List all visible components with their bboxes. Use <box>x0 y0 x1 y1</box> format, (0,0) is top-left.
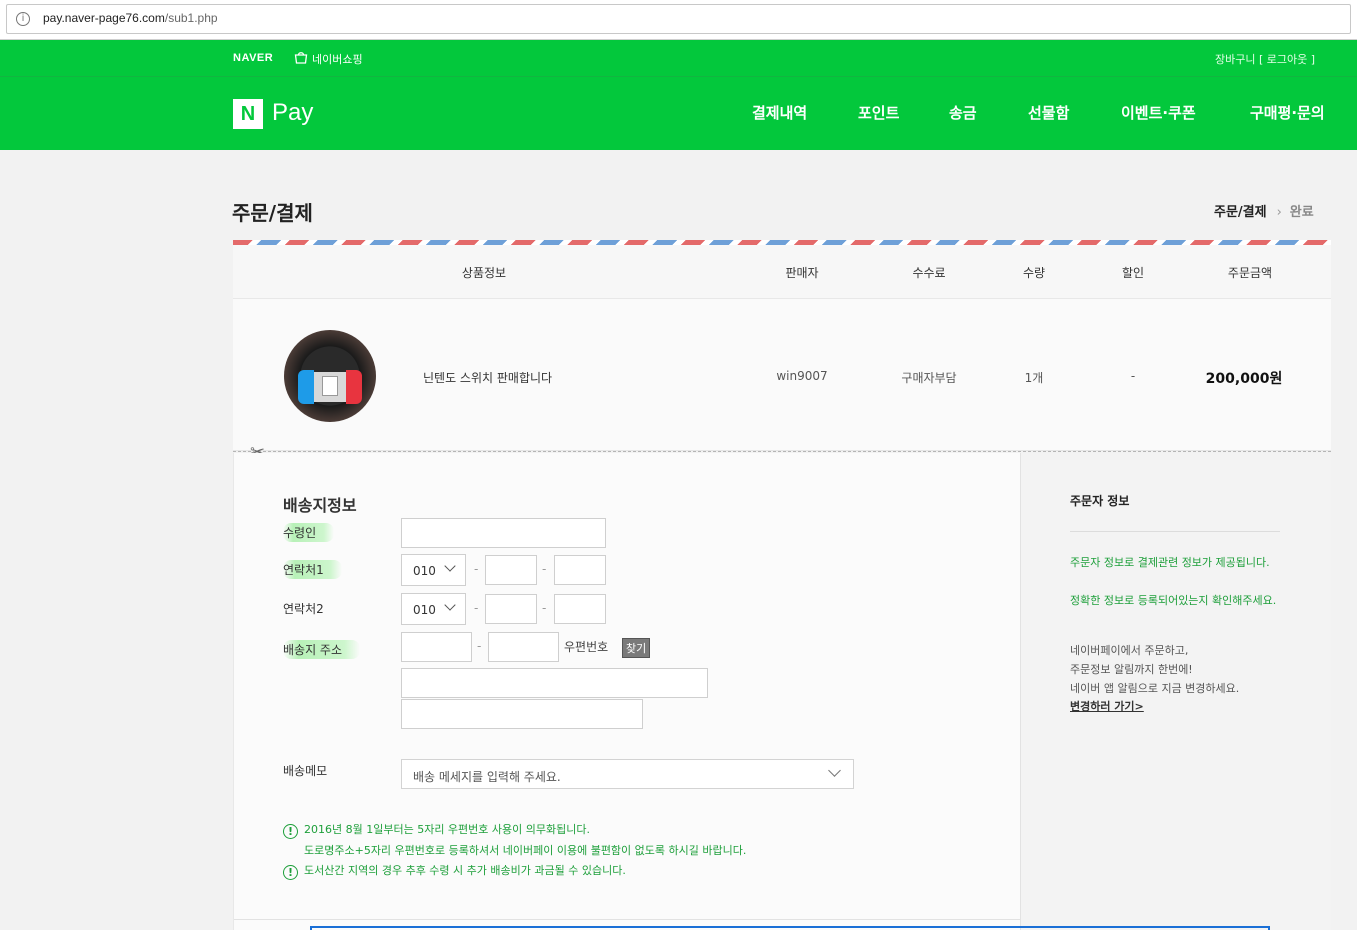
phone2-prefix-value: 010 <box>413 603 436 617</box>
phone1-prefix-value: 010 <box>413 564 436 578</box>
address-label: 배송지 주소 <box>283 640 361 659</box>
order-steps: 주문/결제 › 완료 <box>1214 201 1314 220</box>
memo-placeholder: 배송 메세지를 입력해 주세요. <box>413 770 561 784</box>
quantity-value: 1개 <box>1024 371 1044 385</box>
phone1-dash-2: - <box>542 562 547 576</box>
menu-payment-history[interactable]: 결제내역 <box>752 102 807 123</box>
change-settings-link[interactable]: 변경하러 가기> <box>1070 698 1144 714</box>
browser-address-bar: i pay.naver-page76.com/sub1.php <box>0 0 1357 40</box>
menu-points[interactable]: 포인트 <box>858 102 899 123</box>
order-price: 200,000원 <box>1205 371 1283 387</box>
delivery-memo-select[interactable]: 배송 메세지를 입력해 주세요. <box>401 759 854 789</box>
shopping-bag-icon[interactable] <box>294 51 308 64</box>
exclamation-circle-icon: ! <box>283 824 298 839</box>
orderer-info-title: 주문자 정보 <box>1070 494 1130 508</box>
page-title: 주문/결제 <box>232 201 313 225</box>
address-line1-input[interactable] <box>401 668 708 698</box>
phone2-dash-2: - <box>542 601 547 615</box>
npay-logo-icon[interactable]: N <box>233 99 263 129</box>
header-order-amount: 주문금액 <box>1227 266 1273 280</box>
header-seller: 판매자 <box>785 266 819 280</box>
chevron-down-icon <box>444 599 456 611</box>
phone2-dash-1: - <box>474 601 479 615</box>
product-name[interactable]: 닌텐도 스위치 판매합니다 <box>423 369 552 386</box>
joycon-left <box>298 370 314 404</box>
naver-shopping-link[interactable]: 네이버쇼핑 <box>312 51 363 67</box>
phone2-middle-input[interactable] <box>485 594 537 624</box>
url-field[interactable]: i pay.naver-page76.com/sub1.php <box>6 4 1351 34</box>
orderer-info-divider <box>1070 531 1280 532</box>
header-top-bar <box>0 40 1357 77</box>
address-line2-input[interactable] <box>401 699 643 729</box>
global-header: NAVER 네이버쇼핑 장바구니 [ 로그아웃 ] N Pay 결제내역 포인트… <box>0 40 1357 150</box>
focused-panel-edge <box>310 926 1270 930</box>
seller-id: win9007 <box>776 369 828 383</box>
fee-type: 구매자부담 <box>901 371 957 385</box>
chevron-right-icon: › <box>1276 205 1282 220</box>
phone1-last-input[interactable] <box>554 555 606 585</box>
url-host: pay.naver-page76.com <box>43 11 165 25</box>
orderer-info-gray-text-2: 주문정보 알림까지 한번에! <box>1070 663 1193 676</box>
recipient-input[interactable] <box>401 518 606 548</box>
menu-reviews-inquiries[interactable]: 구매평·문의 <box>1250 102 1325 123</box>
recipient-label: 수령인 <box>283 523 335 542</box>
console-card <box>322 376 338 396</box>
order-table: 상품정보 판매자 수수료 수량 할인 주문금액 닌텐도 스위치 판매합니다 wi… <box>233 245 1331 451</box>
phone2-prefix-select[interactable]: 010 <box>401 593 466 625</box>
url-path: /sub1.php <box>164 11 218 25</box>
cart-logout-links[interactable]: 장바구니 [ 로그아웃 ] <box>1215 51 1315 67</box>
notice-remote-area-text: 도서산간 지역의 경우 추후 수령 시 추가 배송비가 과금될 수 있습니다. <box>304 864 626 877</box>
shipping-info-title: 배송지정보 <box>283 496 357 515</box>
header-product-info: 상품정보 <box>461 266 507 280</box>
notice-remote-area: ! 도서산간 지역의 경우 추후 수령 시 추가 배송비가 과금될 수 있습니다. <box>283 862 626 880</box>
notice-postcode-text: 2016년 8월 1일부터는 5자리 우편번호 사용이 의무화됩니다. <box>304 823 590 836</box>
naver-logo[interactable]: NAVER <box>233 52 273 64</box>
phone1-prefix-select[interactable]: 010 <box>401 554 466 586</box>
postcode-label: 우편번호 <box>564 640 609 654</box>
discount-value: - <box>1130 369 1136 383</box>
phone1-label: 연락처1 <box>283 560 342 579</box>
product-thumbnail[interactable] <box>284 330 376 422</box>
chevron-down-icon <box>444 560 456 572</box>
phone2-label: 연락처2 <box>283 602 324 616</box>
phone1-middle-input[interactable] <box>485 555 537 585</box>
orderer-info-gray-text-3: 네이버 앱 알림으로 지금 변경하세요. <box>1070 682 1240 695</box>
header-quantity: 수량 <box>1022 266 1046 280</box>
order-table-header: 상품정보 판매자 수수료 수량 할인 주문금액 <box>233 245 1331 299</box>
header-fee: 수수료 <box>912 266 946 280</box>
info-icon[interactable]: i <box>16 12 30 26</box>
orderer-info-green-text-1: 주문자 정보로 결제관련 정보가 제공됩니다. <box>1070 556 1270 569</box>
step-current: 주문/결제 <box>1214 205 1267 220</box>
phone2-last-input[interactable] <box>554 594 606 624</box>
menu-transfer[interactable]: 송금 <box>949 102 977 123</box>
orderer-info-gray-text-1: 네이버페이에서 주문하고, <box>1070 644 1189 657</box>
postcode-second-input[interactable] <box>488 632 559 662</box>
step-complete: 완료 <box>1289 205 1314 220</box>
phone1-dash-1: - <box>474 562 479 576</box>
url-text[interactable]: pay.naver-page76.com/sub1.php <box>43 11 218 25</box>
joycon-right <box>346 370 362 404</box>
postcode-first-input[interactable] <box>401 632 472 662</box>
memo-label: 배송메모 <box>283 764 328 778</box>
chevron-down-icon <box>828 764 841 777</box>
notice-postcode: ! 2016년 8월 1일부터는 5자리 우편번호 사용이 의무화됩니다. 도로명… <box>283 821 746 858</box>
exclamation-circle-icon: ! <box>283 865 298 880</box>
postcode-dash: - <box>477 639 482 653</box>
menu-events-coupons[interactable]: 이벤트·쿠폰 <box>1121 102 1196 123</box>
notice-postcode-subtext: 도로명주소+5자리 우편번호로 등록하셔서 네이버페이 이용에 불편함이 없도록… <box>304 844 747 857</box>
orderer-info-green-text-2: 정확한 정보로 등록되어있는지 확인해주세요. <box>1070 594 1277 607</box>
menu-gift-box[interactable]: 선물함 <box>1028 102 1069 123</box>
header-discount: 할인 <box>1121 266 1145 280</box>
section-divider <box>234 919 1020 920</box>
cut-line <box>233 451 1331 452</box>
pay-logo-text[interactable]: Pay <box>272 99 313 127</box>
find-postcode-button[interactable]: 찾기 <box>622 638 651 658</box>
